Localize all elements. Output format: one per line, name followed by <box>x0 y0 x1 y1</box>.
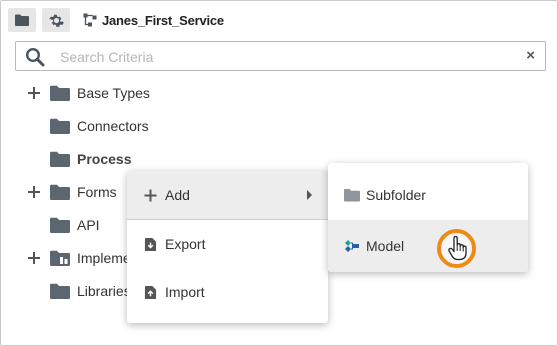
settings-button[interactable] <box>42 8 70 32</box>
tree-item-label: Libraries <box>77 283 127 299</box>
expand-icon[interactable] <box>27 86 41 100</box>
tree-item-base-types[interactable]: Base Types <box>1 82 331 104</box>
service-name: Janes_First_Service <box>102 12 224 28</box>
folder-icon <box>15 14 29 26</box>
menu-item-export[interactable]: Export <box>127 220 328 268</box>
chevron-right-icon <box>307 190 312 200</box>
search-icon[interactable] <box>25 47 45 67</box>
menu-item-label: Add <box>165 187 190 203</box>
tree-item-label: Process <box>77 151 132 167</box>
gear-icon <box>48 14 64 27</box>
clear-search-icon[interactable]: × <box>526 48 535 64</box>
submenu-item-model[interactable]: Model <box>328 220 528 272</box>
plus-icon <box>144 189 157 201</box>
tree-item-label: Base Types <box>77 85 150 101</box>
tree-item-api[interactable]: API <box>1 214 127 236</box>
tree-item-label: Forms <box>77 184 117 200</box>
folder-icon <box>50 151 70 167</box>
folder-icon <box>50 85 70 101</box>
toolbar: Janes_First_Service <box>1 1 557 38</box>
submenu-item-subfolder[interactable]: Subfolder <box>328 169 528 221</box>
tree-item-libraries[interactable]: Libraries <box>1 280 127 302</box>
tree-item-implementation[interactable]: Impleme <box>1 247 127 269</box>
menu-item-label: Export <box>165 236 206 252</box>
folder-icon <box>344 189 360 202</box>
tree-item-forms[interactable]: Forms <box>1 181 127 203</box>
folder-icon <box>50 283 70 299</box>
folder-view-button[interactable] <box>8 8 36 32</box>
submenu-item-label: Subfolder <box>366 187 426 203</box>
folder-icon <box>50 118 70 134</box>
explorer-panel: Janes_First_Service × Base Types Connect… <box>0 0 558 346</box>
search-input[interactable] <box>60 47 500 67</box>
tree-item-connectors[interactable]: Connectors <box>1 115 331 137</box>
search-bar: × <box>15 41 546 71</box>
folder-icon <box>50 217 70 233</box>
expand-icon[interactable] <box>27 185 41 199</box>
service-title[interactable]: Janes_First_Service <box>83 10 224 30</box>
tree-item-label: Connectors <box>77 118 149 134</box>
submenu-item-label: Model <box>366 238 405 254</box>
import-icon <box>144 285 157 299</box>
expand-icon[interactable] <box>27 251 41 265</box>
menu-item-label: Import <box>165 284 205 300</box>
service-icon <box>83 13 97 27</box>
context-menu: Add Export Import <box>127 171 328 323</box>
hand-cursor-icon <box>448 235 467 261</box>
tree-item-label: API <box>77 217 100 233</box>
tree-item-label: Impleme <box>77 250 127 266</box>
model-icon <box>345 240 359 252</box>
folder-icon <box>50 184 70 200</box>
menu-item-import[interactable]: Import <box>127 268 328 316</box>
tree-item-process[interactable]: Process <box>1 148 331 170</box>
menu-item-add[interactable]: Add <box>127 171 328 219</box>
implementation-folder-icon <box>50 250 70 266</box>
add-submenu: Subfolder Model <box>328 163 528 272</box>
export-icon <box>144 237 157 251</box>
